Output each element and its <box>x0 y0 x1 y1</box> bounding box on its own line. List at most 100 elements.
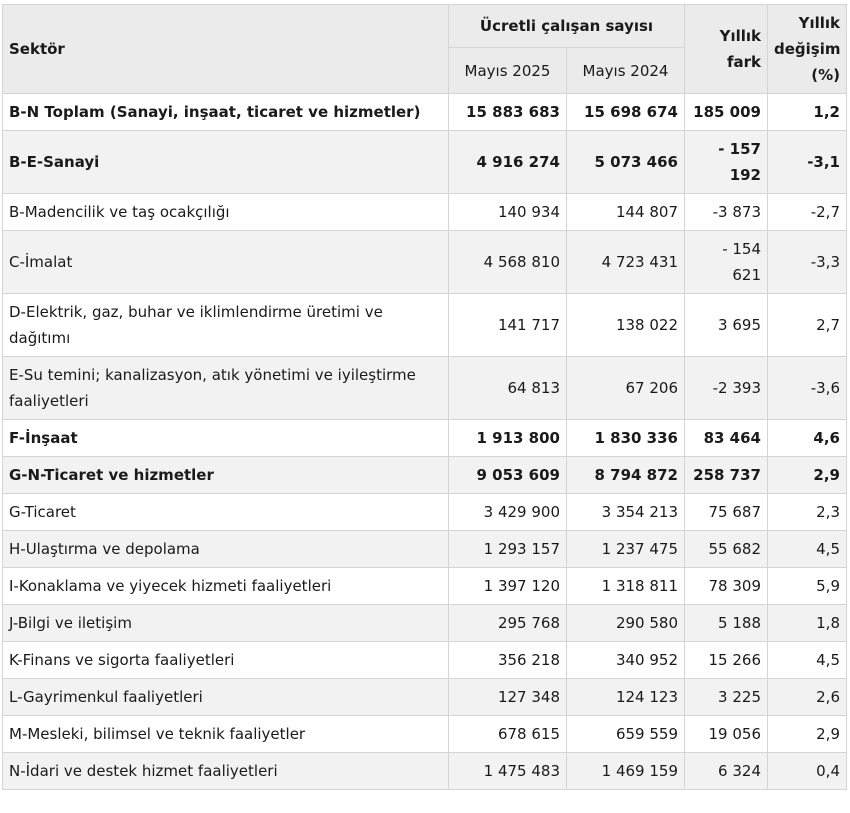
annual-change-value: 2,6 <box>767 678 847 716</box>
annual-difference-value: 78 309 <box>684 567 768 605</box>
annual-change-value: 2,7 <box>767 293 847 357</box>
table-row: C-İmalat 4 568 810 4 723 431 - 154 621 -… <box>2 230 847 294</box>
may-2025-value: 678 615 <box>448 715 567 753</box>
table-row: B-E-Sanayi 4 916 274 5 073 466 - 157 192… <box>2 130 847 194</box>
annual-difference-value: -2 393 <box>684 356 768 420</box>
table-row: H-Ulaştırma ve depolama 1 293 157 1 237 … <box>2 530 847 568</box>
table-body: B-N Toplam (Sanayi, inşaat, ticaret ve h… <box>2 93 847 790</box>
sector-name: C-İmalat <box>2 230 449 294</box>
header-annual-change: Yıllık değişim (%) <box>767 4 847 94</box>
table-row: I-Konaklama ve yiyecek hizmeti faaliyetl… <box>2 567 847 605</box>
sector-name: B-E-Sanayi <box>2 130 449 194</box>
annual-change-value: -3,3 <box>767 230 847 294</box>
annual-difference-value: 5 188 <box>684 604 768 642</box>
annual-difference-value: - 154 621 <box>684 230 768 294</box>
sector-name: B-N Toplam (Sanayi, inşaat, ticaret ve h… <box>2 93 449 131</box>
may-2025-value: 4 916 274 <box>448 130 567 194</box>
sector-name: N-İdari ve destek hizmet faaliyetleri <box>2 752 449 790</box>
sector-name: J-Bilgi ve iletişim <box>2 604 449 642</box>
may-2025-value: 141 717 <box>448 293 567 357</box>
may-2024-value: 1 830 336 <box>566 419 685 457</box>
may-2025-value: 4 568 810 <box>448 230 567 294</box>
annual-difference-value: 75 687 <box>684 493 768 531</box>
header-may-2025: Mayıs 2025 <box>448 47 567 94</box>
annual-difference-value: 3 225 <box>684 678 768 716</box>
may-2025-value: 127 348 <box>448 678 567 716</box>
may-2024-value: 1 318 811 <box>566 567 685 605</box>
may-2025-value: 295 768 <box>448 604 567 642</box>
table-row: B-Madencilik ve taş ocakçılığı 140 934 1… <box>2 193 847 231</box>
table-row: N-İdari ve destek hizmet faaliyetleri 1 … <box>2 752 847 790</box>
may-2025-value: 64 813 <box>448 356 567 420</box>
header-annual-change-line2: değişim <box>774 40 841 58</box>
may-2024-value: 1 237 475 <box>566 530 685 568</box>
annual-change-value: 2,9 <box>767 456 847 494</box>
table-row: K-Finans ve sigorta faaliyetleri 356 218… <box>2 641 847 679</box>
annual-difference-value: - 157 192 <box>684 130 768 194</box>
header-annual-difference-line2: fark <box>726 53 761 71</box>
header-annual-change-line1: Yıllık <box>798 14 840 32</box>
sector-name: L-Gayrimenkul faaliyetleri <box>2 678 449 716</box>
table-row: G-Ticaret 3 429 900 3 354 213 75 687 2,3 <box>2 493 847 531</box>
table-row: F-İnşaat 1 913 800 1 830 336 83 464 4,6 <box>2 419 847 457</box>
annual-difference-value: 258 737 <box>684 456 768 494</box>
annual-difference-value: 185 009 <box>684 93 768 131</box>
may-2024-value: 659 559 <box>566 715 685 753</box>
table-header: Sektör Ücretli çalışan sayısı Yıllık far… <box>2 4 847 94</box>
header-sector: Sektör <box>2 4 449 94</box>
may-2024-value: 1 469 159 <box>566 752 685 790</box>
annual-difference-value: -3 873 <box>684 193 768 231</box>
sector-name: F-İnşaat <box>2 419 449 457</box>
annual-change-value: 0,4 <box>767 752 847 790</box>
annual-change-value: -3,6 <box>767 356 847 420</box>
sector-name: G-Ticaret <box>2 493 449 531</box>
sector-name: E-Su temini; kanalizasyon, atık yönetimi… <box>2 356 449 420</box>
may-2025-value: 15 883 683 <box>448 93 567 131</box>
annual-change-value: 4,6 <box>767 419 847 457</box>
table-row: G-N-Ticaret ve hizmetler 9 053 609 8 794… <box>2 456 847 494</box>
annual-difference-value: 19 056 <box>684 715 768 753</box>
sector-name: D-Elektrik, gaz, buhar ve iklimlendirme … <box>2 293 449 357</box>
may-2025-value: 9 053 609 <box>448 456 567 494</box>
header-may-2024: Mayıs 2024 <box>566 47 685 94</box>
may-2024-value: 8 794 872 <box>566 456 685 494</box>
header-annual-difference-line1: Yıllık <box>719 27 761 45</box>
header-annual-change-line3: (%) <box>811 66 840 84</box>
may-2025-value: 356 218 <box>448 641 567 679</box>
may-2024-value: 3 354 213 <box>566 493 685 531</box>
annual-change-value: 5,9 <box>767 567 847 605</box>
table-row: J-Bilgi ve iletişim 295 768 290 580 5 18… <box>2 604 847 642</box>
annual-difference-value: 3 695 <box>684 293 768 357</box>
annual-change-value: -2,7 <box>767 193 847 231</box>
table-row: E-Su temini; kanalizasyon, atık yönetimi… <box>2 356 847 420</box>
table-row: M-Mesleki, bilimsel ve teknik faaliyetle… <box>2 715 847 753</box>
may-2025-value: 1 475 483 <box>448 752 567 790</box>
table-row: D-Elektrik, gaz, buhar ve iklimlendirme … <box>2 293 847 357</box>
annual-difference-value: 83 464 <box>684 419 768 457</box>
annual-difference-value: 15 266 <box>684 641 768 679</box>
may-2024-value: 290 580 <box>566 604 685 642</box>
may-2025-value: 1 913 800 <box>448 419 567 457</box>
employment-table: Sektör Ücretli çalışan sayısı Yıllık far… <box>2 4 847 790</box>
sector-name: K-Finans ve sigorta faaliyetleri <box>2 641 449 679</box>
annual-difference-value: 55 682 <box>684 530 768 568</box>
may-2024-value: 144 807 <box>566 193 685 231</box>
may-2025-value: 140 934 <box>448 193 567 231</box>
sector-name: H-Ulaştırma ve depolama <box>2 530 449 568</box>
may-2024-value: 5 073 466 <box>566 130 685 194</box>
annual-change-value: 4,5 <box>767 530 847 568</box>
annual-change-value: 2,9 <box>767 715 847 753</box>
header-paid-employees: Ücretli çalışan sayısı <box>448 4 685 48</box>
sector-name: G-N-Ticaret ve hizmetler <box>2 456 449 494</box>
sector-name: B-Madencilik ve taş ocakçılığı <box>2 193 449 231</box>
sector-name: M-Mesleki, bilimsel ve teknik faaliyetle… <box>2 715 449 753</box>
annual-change-value: 1,2 <box>767 93 847 131</box>
may-2025-value: 1 397 120 <box>448 567 567 605</box>
may-2024-value: 4 723 431 <box>566 230 685 294</box>
annual-change-value: 4,5 <box>767 641 847 679</box>
may-2024-value: 340 952 <box>566 641 685 679</box>
annual-change-value: -3,1 <box>767 130 847 194</box>
may-2025-value: 1 293 157 <box>448 530 567 568</box>
may-2025-value: 3 429 900 <box>448 493 567 531</box>
may-2024-value: 124 123 <box>566 678 685 716</box>
